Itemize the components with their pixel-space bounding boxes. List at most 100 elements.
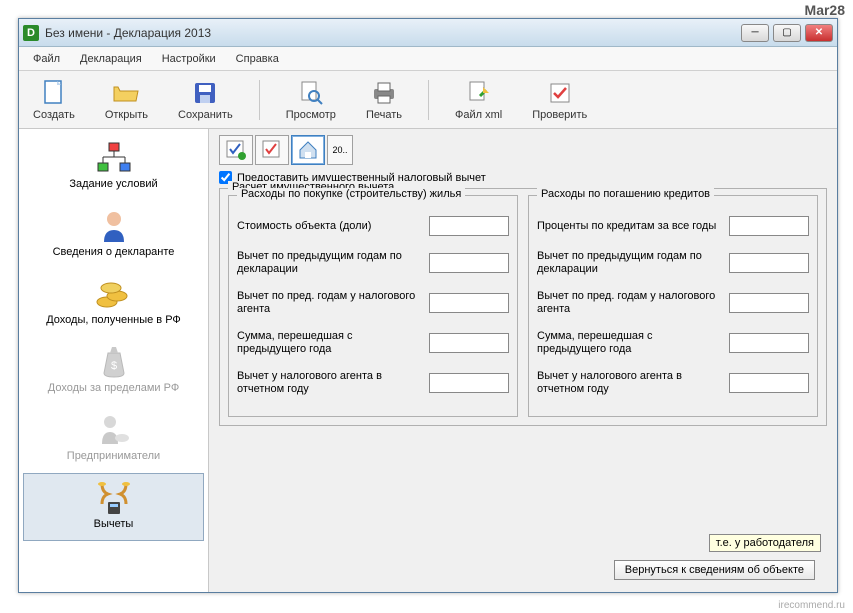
field-row: Стоимость объекта (доли) <box>237 216 509 236</box>
folder-open-icon <box>112 79 140 107</box>
field-label: Вычет у налогового агента в отчетном год… <box>537 370 723 396</box>
prev-years-decl-input[interactable] <box>429 253 509 273</box>
close-button[interactable]: ✕ <box>805 24 833 42</box>
object-cost-input[interactable] <box>429 216 509 236</box>
toolbar-separator <box>428 80 429 120</box>
field-row: Вычет по пред. годам у налогового агента <box>537 290 809 316</box>
print-icon <box>370 79 398 107</box>
window-controls: ─ ▢ ✕ <box>741 24 833 42</box>
deductions-icon <box>94 480 134 516</box>
credit-column: Расходы по погашению кредитов Проценты п… <box>528 195 818 417</box>
maximize-button[interactable]: ▢ <box>773 24 801 42</box>
svg-text:$: $ <box>110 360 116 372</box>
field-label: Вычет по пред. годам у налогового агента <box>537 290 723 316</box>
field-label: Вычет у налогового агента в отчетном год… <box>237 370 423 396</box>
preview-icon <box>297 79 325 107</box>
field-label: Вычет по пред. годам у налогового агента <box>237 290 423 316</box>
toolbar-check[interactable]: Проверить <box>528 77 591 123</box>
toolbar-save[interactable]: Сохранить <box>174 77 237 123</box>
sidebar-item-income-rf[interactable]: Доходы, полученные в РФ <box>23 269 204 337</box>
sidebar-item-entrepreneurs: Предприниматели <box>23 405 204 473</box>
credit-carryover-input[interactable] <box>729 333 809 353</box>
field-row: Сумма, перешедшая с предыдущего года <box>537 330 809 356</box>
menu-file[interactable]: Файл <box>25 50 68 68</box>
conditions-icon <box>94 140 134 176</box>
credit-prev-decl-input[interactable] <box>729 253 809 273</box>
toolbar-preview[interactable]: Просмотр <box>282 77 340 123</box>
sidebar-label: Сведения о декларанте <box>53 246 175 258</box>
toolbar-create[interactable]: Создать <box>29 77 79 123</box>
sidebar-label: Предприниматели <box>67 450 160 462</box>
credit-interest-input[interactable] <box>729 216 809 236</box>
carryover-input[interactable] <box>429 333 509 353</box>
toolbar-save-label: Сохранить <box>178 109 233 121</box>
toolbar-preview-label: Просмотр <box>286 109 336 121</box>
return-button[interactable]: Вернуться к сведениям об объекте <box>614 560 815 580</box>
check-icon <box>546 79 574 107</box>
col2-title: Расходы по погашению кредитов <box>537 188 714 200</box>
sidebar-label: Задание условий <box>69 178 157 190</box>
app-window: D Без имени - Декларация 2013 ─ ▢ ✕ Файл… <box>18 18 838 593</box>
content-area: 20.. Предоставить имущественный налоговы… <box>209 129 837 592</box>
minimize-button[interactable]: ─ <box>741 24 769 42</box>
col1-title: Расходы по покупке (строительству) жилья <box>237 188 465 200</box>
menu-help[interactable]: Справка <box>228 50 287 68</box>
businessman-icon <box>94 412 134 448</box>
field-row: Вычет по пред. годам у налогового агента <box>237 290 509 316</box>
tab-social[interactable] <box>255 135 289 165</box>
toolbar: Создать Открыть Сохранить Просмотр Печат… <box>19 71 837 129</box>
toolbar-print-label: Печать <box>366 109 402 121</box>
titlebar: D Без имени - Декларация 2013 ─ ▢ ✕ <box>19 19 837 47</box>
field-row: Вычет у налогового агента в отчетном год… <box>537 370 809 396</box>
sidebar-item-declarant[interactable]: Сведения о декларанте <box>23 201 204 269</box>
agent-current-input[interactable] <box>429 373 509 393</box>
credit-prev-agent-input[interactable] <box>729 293 809 313</box>
sidebar-label: Вычеты <box>94 518 134 530</box>
sidebar-item-conditions[interactable]: Задание условий <box>23 133 204 201</box>
watermark-bottom: irecommend.ru <box>778 600 845 611</box>
toolbar-open-label: Открыть <box>105 109 148 121</box>
toolbar-create-label: Создать <box>33 109 75 121</box>
sidebar-label: Доходы, полученные в РФ <box>46 314 181 326</box>
sidebar-item-deductions[interactable]: Вычеты <box>23 473 204 541</box>
toolbar-check-label: Проверить <box>532 109 587 121</box>
toolbar-open[interactable]: Открыть <box>101 77 152 123</box>
prev-years-agent-input[interactable] <box>429 293 509 313</box>
tab-losses[interactable]: 20.. <box>327 135 353 165</box>
toolbar-xml-label: Файл xml <box>455 109 502 121</box>
tooltip: т.е. у работодателя <box>709 534 821 552</box>
tab-standard[interactable] <box>219 135 253 165</box>
field-row: Вычет по предыдущим годам по декларации <box>237 250 509 276</box>
save-icon <box>191 79 219 107</box>
window-title: Без имени - Декларация 2013 <box>45 26 741 40</box>
field-label: Сумма, перешедшая с предыдущего года <box>537 330 723 356</box>
field-label: Проценты по кредитам за все годы <box>537 220 723 233</box>
tab-strip: 20.. <box>219 135 827 165</box>
sidebar: Задание условий Сведения о декларанте До… <box>19 129 209 592</box>
field-row: Сумма, перешедшая с предыдущего года <box>237 330 509 356</box>
field-label: Вычет по предыдущим годам по декларации <box>237 250 423 276</box>
tab-property[interactable] <box>291 135 325 165</box>
xml-file-icon <box>465 79 493 107</box>
menubar: Файл Декларация Настройки Справка <box>19 47 837 71</box>
field-row: Проценты по кредитам за все годы <box>537 216 809 236</box>
field-row: Вычет у налогового агента в отчетном год… <box>237 370 509 396</box>
field-label: Стоимость объекта (доли) <box>237 220 423 233</box>
purchase-column: Расходы по покупке (строительству) жилья… <box>228 195 518 417</box>
coins-icon <box>94 276 134 312</box>
watermark-top: Mar28 <box>805 2 845 18</box>
body-area: Задание условий Сведения о декларанте До… <box>19 129 837 592</box>
new-file-icon <box>40 79 68 107</box>
menu-settings[interactable]: Настройки <box>154 50 224 68</box>
person-icon <box>94 208 134 244</box>
menu-declaration[interactable]: Декларация <box>72 50 150 68</box>
toolbar-print[interactable]: Печать <box>362 77 406 123</box>
money-bag-icon: $ <box>94 344 134 380</box>
field-label: Сумма, перешедшая с предыдущего года <box>237 330 423 356</box>
field-row: Вычет по предыдущим годам по декларации <box>537 250 809 276</box>
sidebar-item-income-abroad: $ Доходы за пределами РФ <box>23 337 204 405</box>
field-label: Вычет по предыдущим годам по декларации <box>537 250 723 276</box>
toolbar-xml[interactable]: Файл xml <box>451 77 506 123</box>
credit-agent-current-input[interactable] <box>729 373 809 393</box>
app-icon: D <box>23 25 39 41</box>
